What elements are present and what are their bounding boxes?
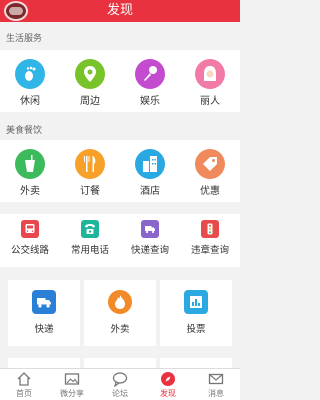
life-services-panel: 休闲 周边 娱乐 丽人 xyxy=(0,50,240,112)
card-vote[interactable]: 投票 xyxy=(160,280,232,346)
life-item-beauty[interactable]: 丽人 xyxy=(180,59,240,107)
utility-label: 快递查询 xyxy=(130,245,169,256)
utility-bus-routes[interactable]: 公交线路 xyxy=(0,220,60,256)
home-icon xyxy=(17,372,31,386)
utility-phone[interactable]: 常用电话 xyxy=(60,220,120,256)
microphone-icon xyxy=(135,59,165,89)
bus-icon xyxy=(21,220,39,238)
top-bar: 发现 xyxy=(0,0,240,22)
utility-label: 违章查询 xyxy=(190,245,229,256)
utility-row: 公交线路 常用电话 快递查询 违章查询 xyxy=(0,214,240,267)
life-item-label: 丽人 xyxy=(200,96,220,107)
card-takeout[interactable]: 外卖 xyxy=(84,280,156,346)
food-item-label: 订餐 xyxy=(80,186,100,197)
card-partial xyxy=(84,358,156,368)
card-label: 投票 xyxy=(186,324,206,335)
life-item-entertainment[interactable]: 娱乐 xyxy=(120,59,180,107)
tab-label: 发现 xyxy=(160,389,176,398)
page-title: 发现 xyxy=(106,3,133,18)
tab-messages[interactable]: 消息 xyxy=(192,371,240,399)
section-title-food: 美食餐饮 xyxy=(6,126,43,136)
food-item-label: 外卖 xyxy=(20,186,40,197)
phone-icon xyxy=(81,220,99,238)
flame-icon xyxy=(108,290,132,314)
utility-express[interactable]: 快递查询 xyxy=(120,220,180,256)
tab-discover[interactable]: 发现 xyxy=(144,371,192,399)
tab-label: 消息 xyxy=(208,389,224,398)
truck-icon xyxy=(141,220,159,238)
tab-label: 论坛 xyxy=(112,389,128,398)
food-item-label: 酒店 xyxy=(140,186,160,197)
life-item-nearby[interactable]: 周边 xyxy=(60,59,120,107)
utility-label: 公交线路 xyxy=(10,245,49,256)
compass-icon xyxy=(161,372,175,386)
utility-label: 常用电话 xyxy=(70,245,109,256)
section-title-life: 生活服务 xyxy=(6,34,43,44)
fork-knife-icon xyxy=(75,149,105,179)
image-icon xyxy=(64,373,80,385)
woman-icon xyxy=(195,59,225,89)
life-item-label: 娱乐 xyxy=(140,96,160,107)
tab-home[interactable]: 首页 xyxy=(0,371,48,399)
tab-forum[interactable]: 论坛 xyxy=(96,371,144,399)
food-item-hotel[interactable]: 酒店 xyxy=(120,149,180,197)
card-partial xyxy=(160,358,232,368)
location-pin-icon xyxy=(75,59,105,89)
building-icon xyxy=(135,149,165,179)
tab-share[interactable]: 微分享 xyxy=(48,371,96,399)
tab-label: 微分享 xyxy=(60,389,84,398)
delivery-truck-icon xyxy=(32,290,56,314)
tag-icon xyxy=(195,149,225,179)
food-item-label: 优惠 xyxy=(200,186,220,197)
utility-violation[interactable]: 违章查询 xyxy=(180,220,240,256)
chart-icon xyxy=(184,290,208,314)
chat-bubble-icon xyxy=(112,372,128,387)
card-label: 外卖 xyxy=(110,324,130,335)
life-item-label: 周边 xyxy=(80,96,100,107)
card-express[interactable]: 快递 xyxy=(8,280,80,346)
mail-icon xyxy=(208,373,224,385)
food-item-takeout[interactable]: 外卖 xyxy=(0,149,60,197)
food-item-discount[interactable]: 优惠 xyxy=(180,149,240,197)
foot-icon xyxy=(15,59,45,89)
card-partial xyxy=(8,358,80,368)
drink-icon xyxy=(15,149,45,179)
card-label: 快递 xyxy=(34,324,54,335)
food-item-order[interactable]: 订餐 xyxy=(60,149,120,197)
bottom-tab-bar: 首页 微分享 论坛 发现 消息 xyxy=(0,368,240,400)
life-item-leisure[interactable]: 休闲 xyxy=(0,59,60,107)
traffic-light-icon xyxy=(201,220,219,238)
tab-label: 首页 xyxy=(16,389,32,398)
life-item-label: 休闲 xyxy=(20,96,40,107)
food-services-panel: 外卖 订餐 酒店 优惠 xyxy=(0,140,240,202)
